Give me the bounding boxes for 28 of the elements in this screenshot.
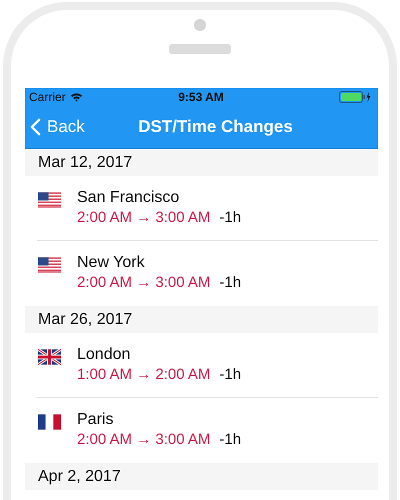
nav-title: DST/Time Changes: [138, 117, 293, 137]
city-name: New York: [77, 254, 146, 272]
time-change: 2:00 AM → 3:00 AM: [77, 274, 210, 291]
back-chevron-icon: [30, 118, 41, 136]
city-name: Paris: [77, 411, 114, 429]
camera-dot: [194, 19, 206, 31]
battery-icon: [339, 91, 374, 103]
flag-icon: [38, 349, 61, 365]
section-date: Apr 2, 2017: [38, 468, 121, 486]
flag-icon: [38, 192, 61, 208]
carrier-label: Carrier: [29, 90, 66, 104]
offset-label: -1h: [219, 431, 242, 448]
offset-label: -1h: [219, 209, 242, 226]
offset-label: -1h: [219, 274, 242, 291]
time-change: 1:00 AM → 2:00 AM: [77, 366, 210, 383]
wifi-icon: [70, 92, 83, 102]
city-name: San Francisco: [77, 189, 180, 207]
flag-icon: [38, 414, 61, 430]
time-change: 2:00 AM → 3:00 AM: [77, 431, 210, 448]
offset-label: -1h: [219, 366, 242, 383]
time-change: 2:00 AM → 3:00 AM: [77, 209, 210, 226]
city-name: London: [77, 346, 132, 364]
section-date: Mar 26, 2017: [38, 310, 132, 328]
flag-icon: [38, 257, 61, 273]
status-time: 9:53 AM: [178, 90, 224, 104]
back-button[interactable]: Back: [25, 117, 85, 137]
speaker-grille: [169, 44, 231, 54]
section-date: Mar 12, 2017: [38, 154, 132, 172]
